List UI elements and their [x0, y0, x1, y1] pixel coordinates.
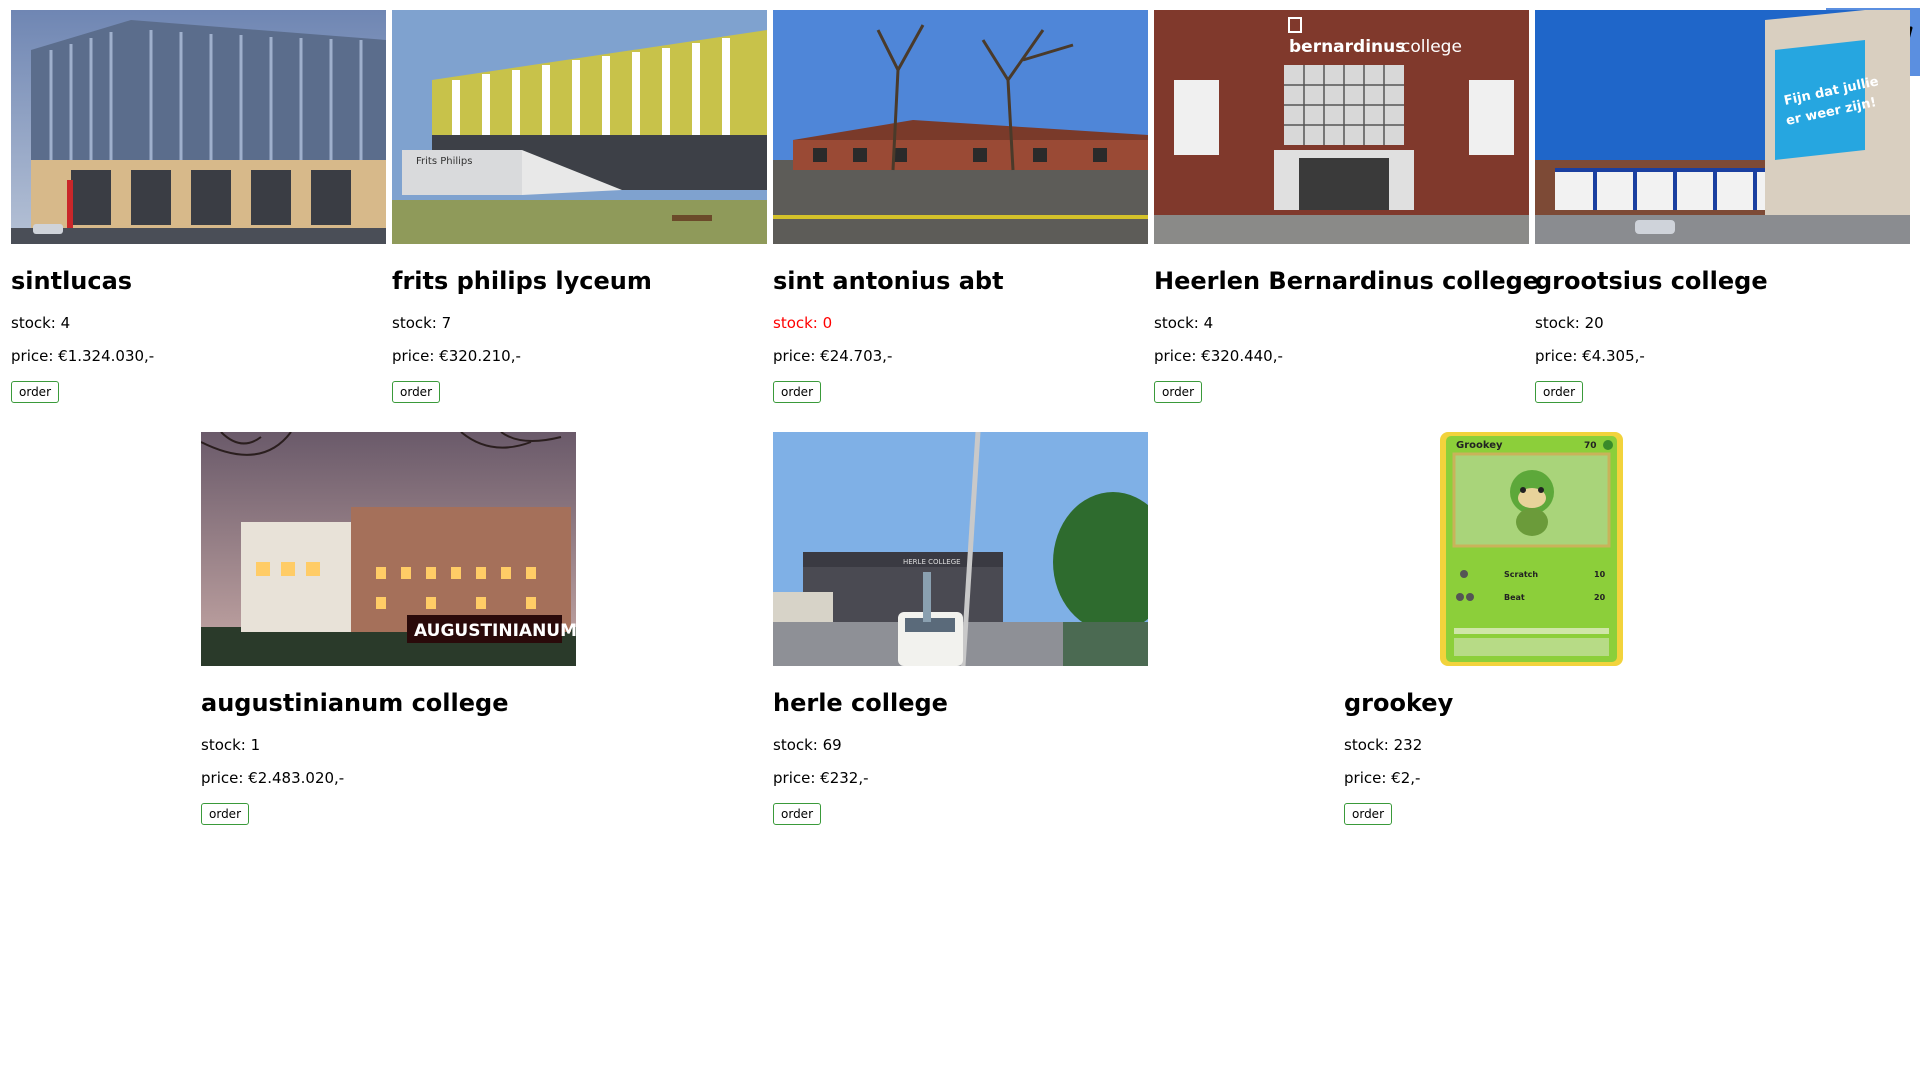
product-card: sintlucas stock: 4 price: €1.324.030,- o… — [11, 10, 386, 403]
card-move1: Scratch — [1504, 570, 1538, 579]
order-button[interactable]: order — [392, 381, 440, 403]
product-price: price: €4.305,- — [1535, 347, 1645, 365]
product-image: Grookey 70 Scratch 10 Beat 20 — [1344, 432, 1719, 666]
product-price: price: €24.703,- — [773, 347, 893, 365]
product-title: augustinianum college — [201, 689, 509, 717]
product-card: HERLE COLLEGE herle college stock: 69 pr… — [773, 432, 1148, 825]
product-stock: stock: 232 — [1344, 736, 1423, 754]
bernardinus-sign-college: college — [1401, 37, 1462, 57]
product-image: HERLE COLLEGE — [773, 432, 1148, 666]
product-card: bernardinus college Heerlen Bernardinus … — [1154, 10, 1540, 403]
product-image: bernardinus college — [1154, 10, 1529, 244]
frits-philips-sign: Frits Philips — [416, 156, 472, 167]
product-image: Fijn dat jullie er weer zijn! — [1535, 10, 1910, 244]
product-price: price: €320.210,- — [392, 347, 521, 365]
product-image: AUGUSTINIANUM — [201, 432, 576, 666]
order-button[interactable]: order — [773, 381, 821, 403]
order-button[interactable]: order — [11, 381, 59, 403]
herle-sign: HERLE COLLEGE — [903, 558, 961, 566]
product-price: price: €1.324.030,- — [11, 347, 155, 365]
product-page: 0 — [0, 0, 1920, 1080]
product-title: grootsius college — [1535, 267, 1768, 295]
product-card: Fijn dat jullie er weer zijn! grootsius … — [1535, 10, 1910, 403]
product-title: frits philips lyceum — [392, 267, 652, 295]
card-move2-damage: 20 — [1594, 593, 1606, 602]
product-title: Heerlen Bernardinus college — [1154, 267, 1540, 295]
product-price: price: €2,- — [1344, 769, 1421, 787]
card-name: Grookey — [1456, 440, 1503, 451]
order-button[interactable]: order — [1154, 381, 1202, 403]
product-stock: stock: 4 — [11, 314, 71, 332]
card-move2: Beat — [1504, 593, 1525, 602]
order-button[interactable]: order — [1535, 381, 1583, 403]
order-button[interactable]: order — [1344, 803, 1392, 825]
bernardinus-sign: bernardinus — [1289, 37, 1405, 57]
product-price: price: €2.483.020,- — [201, 769, 345, 787]
card-hp: 70 — [1584, 441, 1597, 451]
product-card: AUGUSTINIANUM augustinianum college stoc… — [201, 432, 576, 825]
product-card: Grookey 70 Scratch 10 Beat 20 grookey st… — [1344, 432, 1719, 825]
product-stock: stock: 7 — [392, 314, 452, 332]
product-title: sintlucas — [11, 267, 133, 295]
product-stock: stock: 4 — [1154, 314, 1214, 332]
product-title: grookey — [1344, 689, 1454, 717]
product-stock: stock: 20 — [1535, 314, 1604, 332]
product-price: price: €320.440,- — [1154, 347, 1283, 365]
card-move1-damage: 10 — [1594, 570, 1606, 579]
product-stock: stock: 69 — [773, 736, 842, 754]
product-stock: stock: 1 — [201, 736, 261, 754]
product-price: price: €232,- — [773, 769, 869, 787]
product-title: sint antonius abt — [773, 267, 1004, 295]
augustinianum-sign: AUGUSTINIANUM — [414, 621, 576, 641]
product-stock: stock: 0 — [773, 314, 833, 332]
product-image: Frits Philips — [392, 10, 767, 244]
product-card: sint antonius abt stock: 0 price: €24.70… — [773, 10, 1148, 403]
product-image — [11, 10, 386, 244]
order-button[interactable]: order — [773, 803, 821, 825]
product-title: herle college — [773, 689, 948, 717]
order-button[interactable]: order — [201, 803, 249, 825]
product-image — [773, 10, 1148, 244]
product-card: Frits Philips frits philips lyceum stock… — [392, 10, 767, 403]
